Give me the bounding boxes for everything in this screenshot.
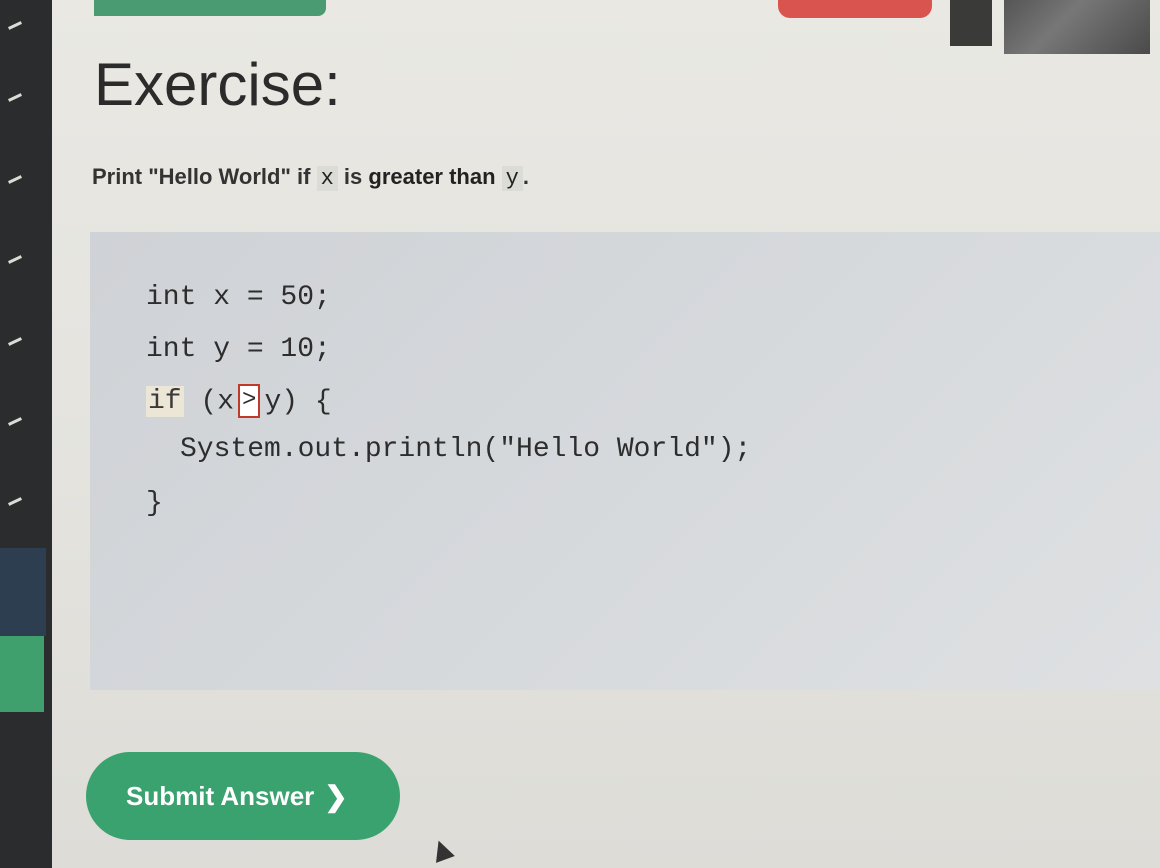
mouse-cursor-icon <box>429 837 455 863</box>
sidebar-tick <box>8 337 22 346</box>
sidebar-active-band <box>0 636 44 712</box>
sidebar-tick <box>8 255 22 264</box>
code-line-1: int x = 50; <box>146 282 331 313</box>
code-if-keyword: if <box>146 386 184 418</box>
submit-answer-label: Submit Answer <box>126 780 315 811</box>
exercise-page: Exercise: Print "Hello World" if x is gr… <box>52 0 1160 868</box>
chevron-right-icon: ❯ <box>324 780 348 812</box>
instruction-strong: greater than <box>368 164 496 189</box>
code-panel: int x = 50; int y = 10; if (x > y) { Syste… <box>90 232 1160 690</box>
sidebar-band <box>0 548 46 636</box>
answer-input[interactable]: > <box>238 384 261 418</box>
code-line-4: System.out.println("Hello World"); <box>180 434 752 465</box>
sidebar-tick <box>8 497 22 506</box>
page-title: Exercise: <box>94 51 341 118</box>
sidebar-tick <box>8 175 22 184</box>
top-green-tab[interactable] <box>94 0 326 16</box>
code-line-3: if (x > y) { <box>146 384 332 418</box>
instruction-middle: is <box>343 164 363 189</box>
left-bezel <box>0 0 52 868</box>
sidebar-tick <box>8 417 22 426</box>
instruction-suffix: . <box>522 164 529 189</box>
top-dark-element <box>950 0 992 46</box>
sidebar-tick <box>8 21 22 30</box>
code-line-3-after: y) { <box>264 386 332 418</box>
sidebar-tick <box>8 93 22 102</box>
instruction-prefix: Print "Hello World" if <box>92 164 311 189</box>
code-line-5: } <box>146 488 163 519</box>
code-line-3-before: (x <box>183 386 235 418</box>
exercise-instruction: Print "Hello World" if x is greater than… <box>92 164 529 191</box>
top-red-button[interactable] <box>778 0 932 18</box>
code-line-2: int y = 10; <box>146 334 331 365</box>
instruction-var-y: y <box>501 166 523 191</box>
submit-answer-button[interactable]: Submit Answer ❯ <box>86 752 400 840</box>
instruction-var-x: x <box>316 166 338 191</box>
top-image <box>1004 0 1150 54</box>
